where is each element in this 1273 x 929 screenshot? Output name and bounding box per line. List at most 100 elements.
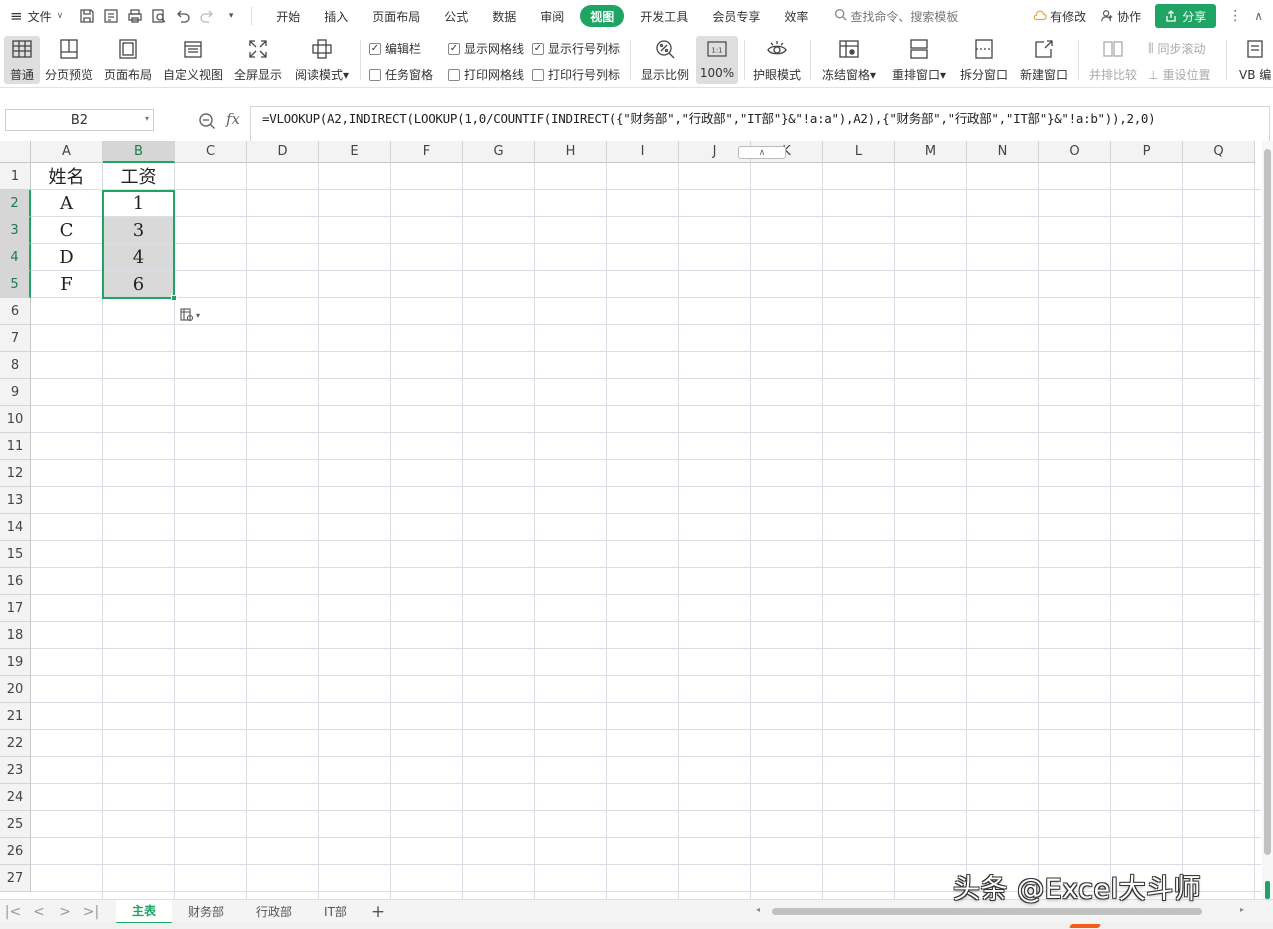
tab-member[interactable]: 会员专享 (700, 5, 772, 27)
sheet-tab-finance[interactable]: 财务部 (172, 900, 240, 924)
row-header-23[interactable]: 23 (0, 757, 31, 784)
fx-icon[interactable]: fx (226, 110, 240, 128)
print-icon[interactable] (123, 4, 147, 28)
undo-icon[interactable] (171, 4, 195, 28)
checkbox-show-headings[interactable]: ✓ 显示行号列标 (532, 40, 620, 57)
tab-review[interactable]: 审阅 (528, 5, 576, 27)
zoom-search-icon[interactable] (198, 112, 216, 133)
sheet-tab-it[interactable]: IT部 (308, 900, 363, 924)
column-header-i[interactable]: I (607, 141, 679, 163)
row-header-17[interactable]: 17 (0, 595, 31, 622)
row-header-10[interactable]: 10 (0, 406, 31, 433)
export-pdf-icon[interactable] (99, 4, 123, 28)
custom-view-button[interactable]: 自定义视图 (162, 36, 224, 84)
cell-a5[interactable]: F (31, 271, 102, 297)
row-header-13[interactable]: 13 (0, 487, 31, 514)
row-header-25[interactable]: 25 (0, 811, 31, 838)
tab-page-layout[interactable]: 页面布局 (360, 5, 432, 27)
worksheet-grid[interactable]: ABCDEFGHIJKLMNOPQ 1 2 3 4 5 6 7 8 9 10 11 12 13 14 15 1… (0, 141, 1273, 899)
tab-insert[interactable]: 插入 (312, 5, 360, 27)
row-header-19[interactable]: 19 (0, 649, 31, 676)
sheet-tab-admin[interactable]: 行政部 (240, 900, 308, 924)
modified-status-button[interactable]: 有修改 (1033, 8, 1086, 25)
side-by-side-button[interactable]: 并排比较 (1086, 36, 1140, 84)
horizontal-scrollbar[interactable]: ◂ ▸ (752, 905, 1248, 917)
row-header-11[interactable]: 11 (0, 433, 31, 460)
row-header-24[interactable]: 24 (0, 784, 31, 811)
zoom-ratio-button[interactable]: 显示比例 (638, 36, 692, 84)
page-layout-view-button[interactable]: 页面布局 (102, 36, 154, 84)
checkbox-print-headings[interactable]: 打印行号列标 (532, 66, 620, 83)
column-header-h[interactable]: H (535, 141, 607, 163)
more-options-icon[interactable]: ⋮ (1228, 8, 1242, 24)
fill-handle[interactable] (171, 295, 177, 301)
checkbox-print-gridlines[interactable]: 打印网格线 (448, 66, 524, 83)
freeze-panes-button[interactable]: 冻结窗格▾ (818, 36, 880, 84)
tab-formulas[interactable]: 公式 (432, 5, 480, 27)
vertical-scroll-thumb[interactable] (1264, 149, 1271, 855)
zoom-100-button[interactable]: 1:1 100% (696, 36, 738, 84)
row-header-18[interactable]: 18 (0, 622, 31, 649)
column-header-o[interactable]: O (1039, 141, 1111, 163)
file-menu-button[interactable]: ≡ 文件 ∨ (0, 0, 69, 32)
horizontal-scroll-thumb[interactable] (772, 908, 1202, 915)
paste-options-button[interactable]: ▾ (180, 307, 210, 323)
scroll-left-icon[interactable]: ◂ (756, 905, 760, 914)
tab-efficiency[interactable]: 效率 (772, 5, 820, 27)
cell-a4[interactable]: D (31, 244, 102, 270)
cell-a1[interactable]: 姓名 (31, 163, 102, 189)
cell-a2[interactable]: A (31, 190, 102, 216)
row-header-22[interactable]: 22 (0, 730, 31, 757)
last-sheet-icon[interactable]: >| (78, 904, 104, 920)
row-header-20[interactable]: 20 (0, 676, 31, 703)
next-sheet-icon[interactable]: > (52, 904, 78, 920)
checkbox-task-pane[interactable]: 任务窗格 (369, 66, 433, 83)
new-window-button[interactable]: 新建窗口 (1016, 36, 1072, 84)
tab-view[interactable]: 视图 (580, 5, 625, 27)
column-header-p[interactable]: P (1111, 141, 1183, 163)
cell-b2[interactable]: 1 (103, 190, 174, 216)
row-header-16[interactable]: 16 (0, 568, 31, 595)
redo-icon[interactable] (195, 4, 219, 28)
split-window-button[interactable]: 拆分窗口 (956, 36, 1012, 84)
eye-protection-button[interactable]: 护眼模式 (750, 36, 804, 84)
sync-scroll-button[interactable]: ⫼ 同步滚动 (1148, 40, 1206, 57)
reset-position-button[interactable]: ⊥ 重设位置 (1148, 66, 1210, 83)
column-header-e[interactable]: E (319, 141, 391, 163)
cell-b3[interactable]: 3 (103, 217, 174, 243)
add-sheet-icon[interactable]: + (371, 902, 385, 922)
column-header-d[interactable]: D (247, 141, 319, 163)
chevron-down-icon[interactable]: ▾ (145, 114, 149, 123)
share-button[interactable]: 分享 (1155, 4, 1217, 28)
arrange-windows-button[interactable]: 重排窗口▾ (888, 36, 950, 84)
row-header-21[interactable]: 21 (0, 703, 31, 730)
collapse-formula-bar-button[interactable]: ∧ (738, 146, 786, 159)
tab-developer[interactable]: 开发工具 (628, 5, 700, 27)
cell-b5[interactable]: 6 (103, 271, 174, 297)
column-header-g[interactable]: G (463, 141, 535, 163)
row-header-3[interactable]: 3 (0, 217, 31, 244)
row-header-2[interactable]: 2 (0, 190, 31, 217)
normal-view-button[interactable]: 普通 (4, 36, 40, 84)
row-header-7[interactable]: 7 (0, 325, 31, 352)
vb-editor-button[interactable]: VB 编 (1234, 36, 1273, 84)
sheet-tab-main[interactable]: 主表 (116, 899, 173, 924)
column-header-c[interactable]: C (175, 141, 247, 163)
prev-sheet-icon[interactable]: < (26, 904, 52, 920)
row-header-14[interactable]: 14 (0, 514, 31, 541)
collapse-ribbon-icon[interactable]: ∧ (1254, 9, 1263, 23)
row-header-26[interactable]: 26 (0, 838, 31, 865)
scroll-right-icon[interactable]: ▸ (1240, 905, 1244, 914)
row-header-12[interactable]: 12 (0, 460, 31, 487)
checkbox-show-gridlines[interactable]: ✓ 显示网格线 (448, 40, 524, 57)
name-box[interactable]: B2 ▾ (5, 109, 154, 131)
column-header-b[interactable]: B (103, 141, 175, 163)
column-header-n[interactable]: N (967, 141, 1039, 163)
select-all-corner[interactable] (0, 141, 31, 163)
full-screen-button[interactable]: 全屏显示 (232, 36, 284, 84)
row-header-8[interactable]: 8 (0, 352, 31, 379)
collaborate-button[interactable]: 协作 (1100, 8, 1141, 25)
column-header-m[interactable]: M (895, 141, 967, 163)
column-header-l[interactable]: L (823, 141, 895, 163)
first-sheet-icon[interactable]: |< (0, 904, 26, 920)
